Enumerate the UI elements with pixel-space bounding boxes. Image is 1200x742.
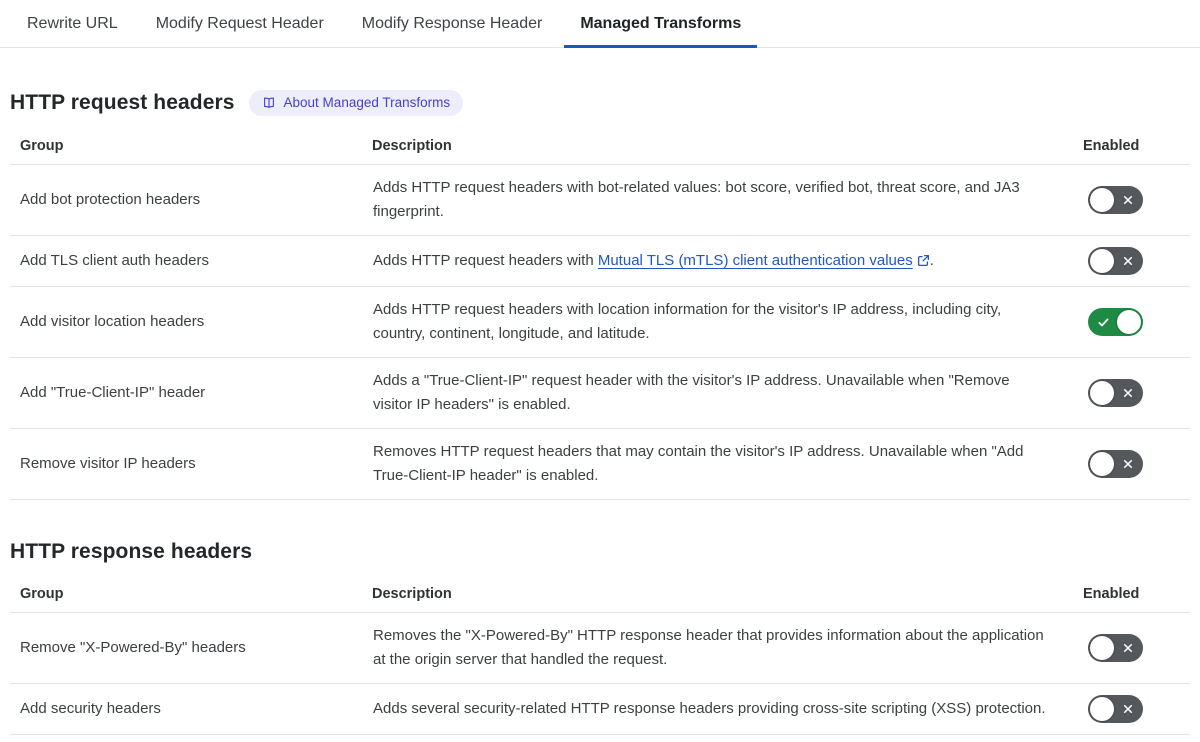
external-link-icon [913, 252, 930, 269]
tab-rewrite-url[interactable]: Rewrite URL [11, 0, 134, 47]
group-cell: Remove visitor IP headers [10, 428, 372, 500]
x-icon [1114, 458, 1141, 470]
badge-label: About Managed Transforms [283, 95, 451, 111]
group-cell: Add TLS client auth headers [10, 235, 372, 287]
toggle-add-bot-protection-headers[interactable] [1088, 186, 1143, 214]
x-icon [1114, 194, 1141, 206]
description-cell: Removes the "X-Powered-By" HTTP response… [372, 612, 1083, 684]
toggle-knob [1090, 381, 1114, 405]
description-cell: Adds a "True-Client-IP" request header w… [372, 357, 1083, 429]
table-row: Add visitor location headers Adds HTTP re… [10, 286, 1190, 358]
toggle-knob [1117, 310, 1141, 334]
tab-modify-request-header[interactable]: Modify Request Header [140, 0, 340, 47]
group-cell: Add visitor location headers [10, 286, 372, 358]
x-icon [1114, 642, 1141, 654]
enabled-cell [1083, 286, 1190, 358]
section-title-request: HTTP request headers [10, 91, 235, 114]
description-cell: Removes HTTP request headers that may co… [372, 428, 1083, 500]
open-book-icon [262, 96, 276, 110]
tab-bar: Rewrite URL Modify Request Header Modify R… [0, 0, 1200, 48]
request-section-head: HTTP request headers About Managed Trans… [10, 90, 1190, 116]
toggle-knob [1090, 636, 1114, 660]
table-row: Remove "X-Powered-By" headers Removes the… [10, 612, 1190, 684]
group-cell: Remove "X-Powered-By" headers [10, 612, 372, 684]
toggle-knob [1090, 697, 1114, 721]
table-header-row: Group Description Enabled [10, 574, 1190, 613]
group-cell: Add "True-Client-IP" header [10, 357, 372, 429]
table-row: Add security headers Adds several securit… [10, 683, 1190, 735]
column-header-enabled: Enabled [1083, 574, 1190, 613]
enabled-cell [1083, 164, 1190, 236]
http-request-headers-section: HTTP request headers About Managed Trans… [10, 90, 1190, 500]
toggle-add-visitor-location-headers[interactable] [1088, 308, 1143, 336]
enabled-cell [1083, 683, 1190, 735]
toggle-add-true-client-ip-header[interactable] [1088, 379, 1143, 407]
managed-transforms-page: HTTP request headers About Managed Trans… [0, 90, 1200, 735]
column-header-group: Group [10, 574, 372, 613]
column-header-enabled: Enabled [1083, 126, 1190, 165]
toggle-remove-x-powered-by-headers[interactable] [1088, 634, 1143, 662]
about-managed-transforms-badge[interactable]: About Managed Transforms [248, 90, 464, 116]
tab-modify-response-header[interactable]: Modify Response Header [346, 0, 559, 47]
group-cell: Add security headers [10, 683, 372, 735]
response-headers-table: Group Description Enabled Remove "X-Powe… [10, 574, 1190, 735]
table-row: Remove visitor IP headers Removes HTTP re… [10, 428, 1190, 500]
check-icon [1090, 316, 1117, 329]
table-row: Add "True-Client-IP" header Adds a "True-… [10, 357, 1190, 429]
table-header-row: Group Description Enabled [10, 126, 1190, 165]
table-row: Add TLS client auth headers Adds HTTP req… [10, 235, 1190, 287]
toggle-add-tls-client-auth-headers[interactable] [1088, 247, 1143, 275]
table-row: Add bot protection headers Adds HTTP requ… [10, 164, 1190, 236]
enabled-cell [1083, 428, 1190, 500]
request-headers-table: Group Description Enabled Add bot protec… [10, 126, 1190, 500]
http-response-headers-section: HTTP response headers Group Description … [10, 540, 1190, 735]
toggle-knob [1090, 249, 1114, 273]
toggle-add-security-headers[interactable] [1088, 695, 1143, 723]
x-icon [1114, 703, 1141, 715]
column-header-group: Group [10, 126, 372, 165]
section-title-response: HTTP response headers [10, 540, 253, 563]
toggle-remove-visitor-ip-headers[interactable] [1088, 450, 1143, 478]
column-header-description: Description [372, 574, 1083, 613]
toggle-knob [1090, 188, 1114, 212]
response-section-head: HTTP response headers [10, 540, 1190, 564]
tab-managed-transforms[interactable]: Managed Transforms [564, 0, 758, 48]
enabled-cell [1083, 357, 1190, 429]
column-header-description: Description [372, 126, 1083, 165]
description-cell: Adds HTTP request headers with Mutual TL… [372, 235, 1083, 287]
x-icon [1114, 255, 1141, 267]
enabled-cell [1083, 235, 1190, 287]
x-icon [1114, 387, 1141, 399]
group-cell: Add bot protection headers [10, 164, 372, 236]
description-cell: Adds HTTP request headers with location … [372, 286, 1083, 358]
enabled-cell [1083, 612, 1190, 684]
toggle-knob [1090, 452, 1114, 476]
description-cell: Adds several security-related HTTP respo… [372, 683, 1083, 735]
description-cell: Adds HTTP request headers with bot-relat… [372, 164, 1083, 236]
mtls-documentation-link[interactable]: Mutual TLS (mTLS) client authentication … [598, 252, 930, 269]
